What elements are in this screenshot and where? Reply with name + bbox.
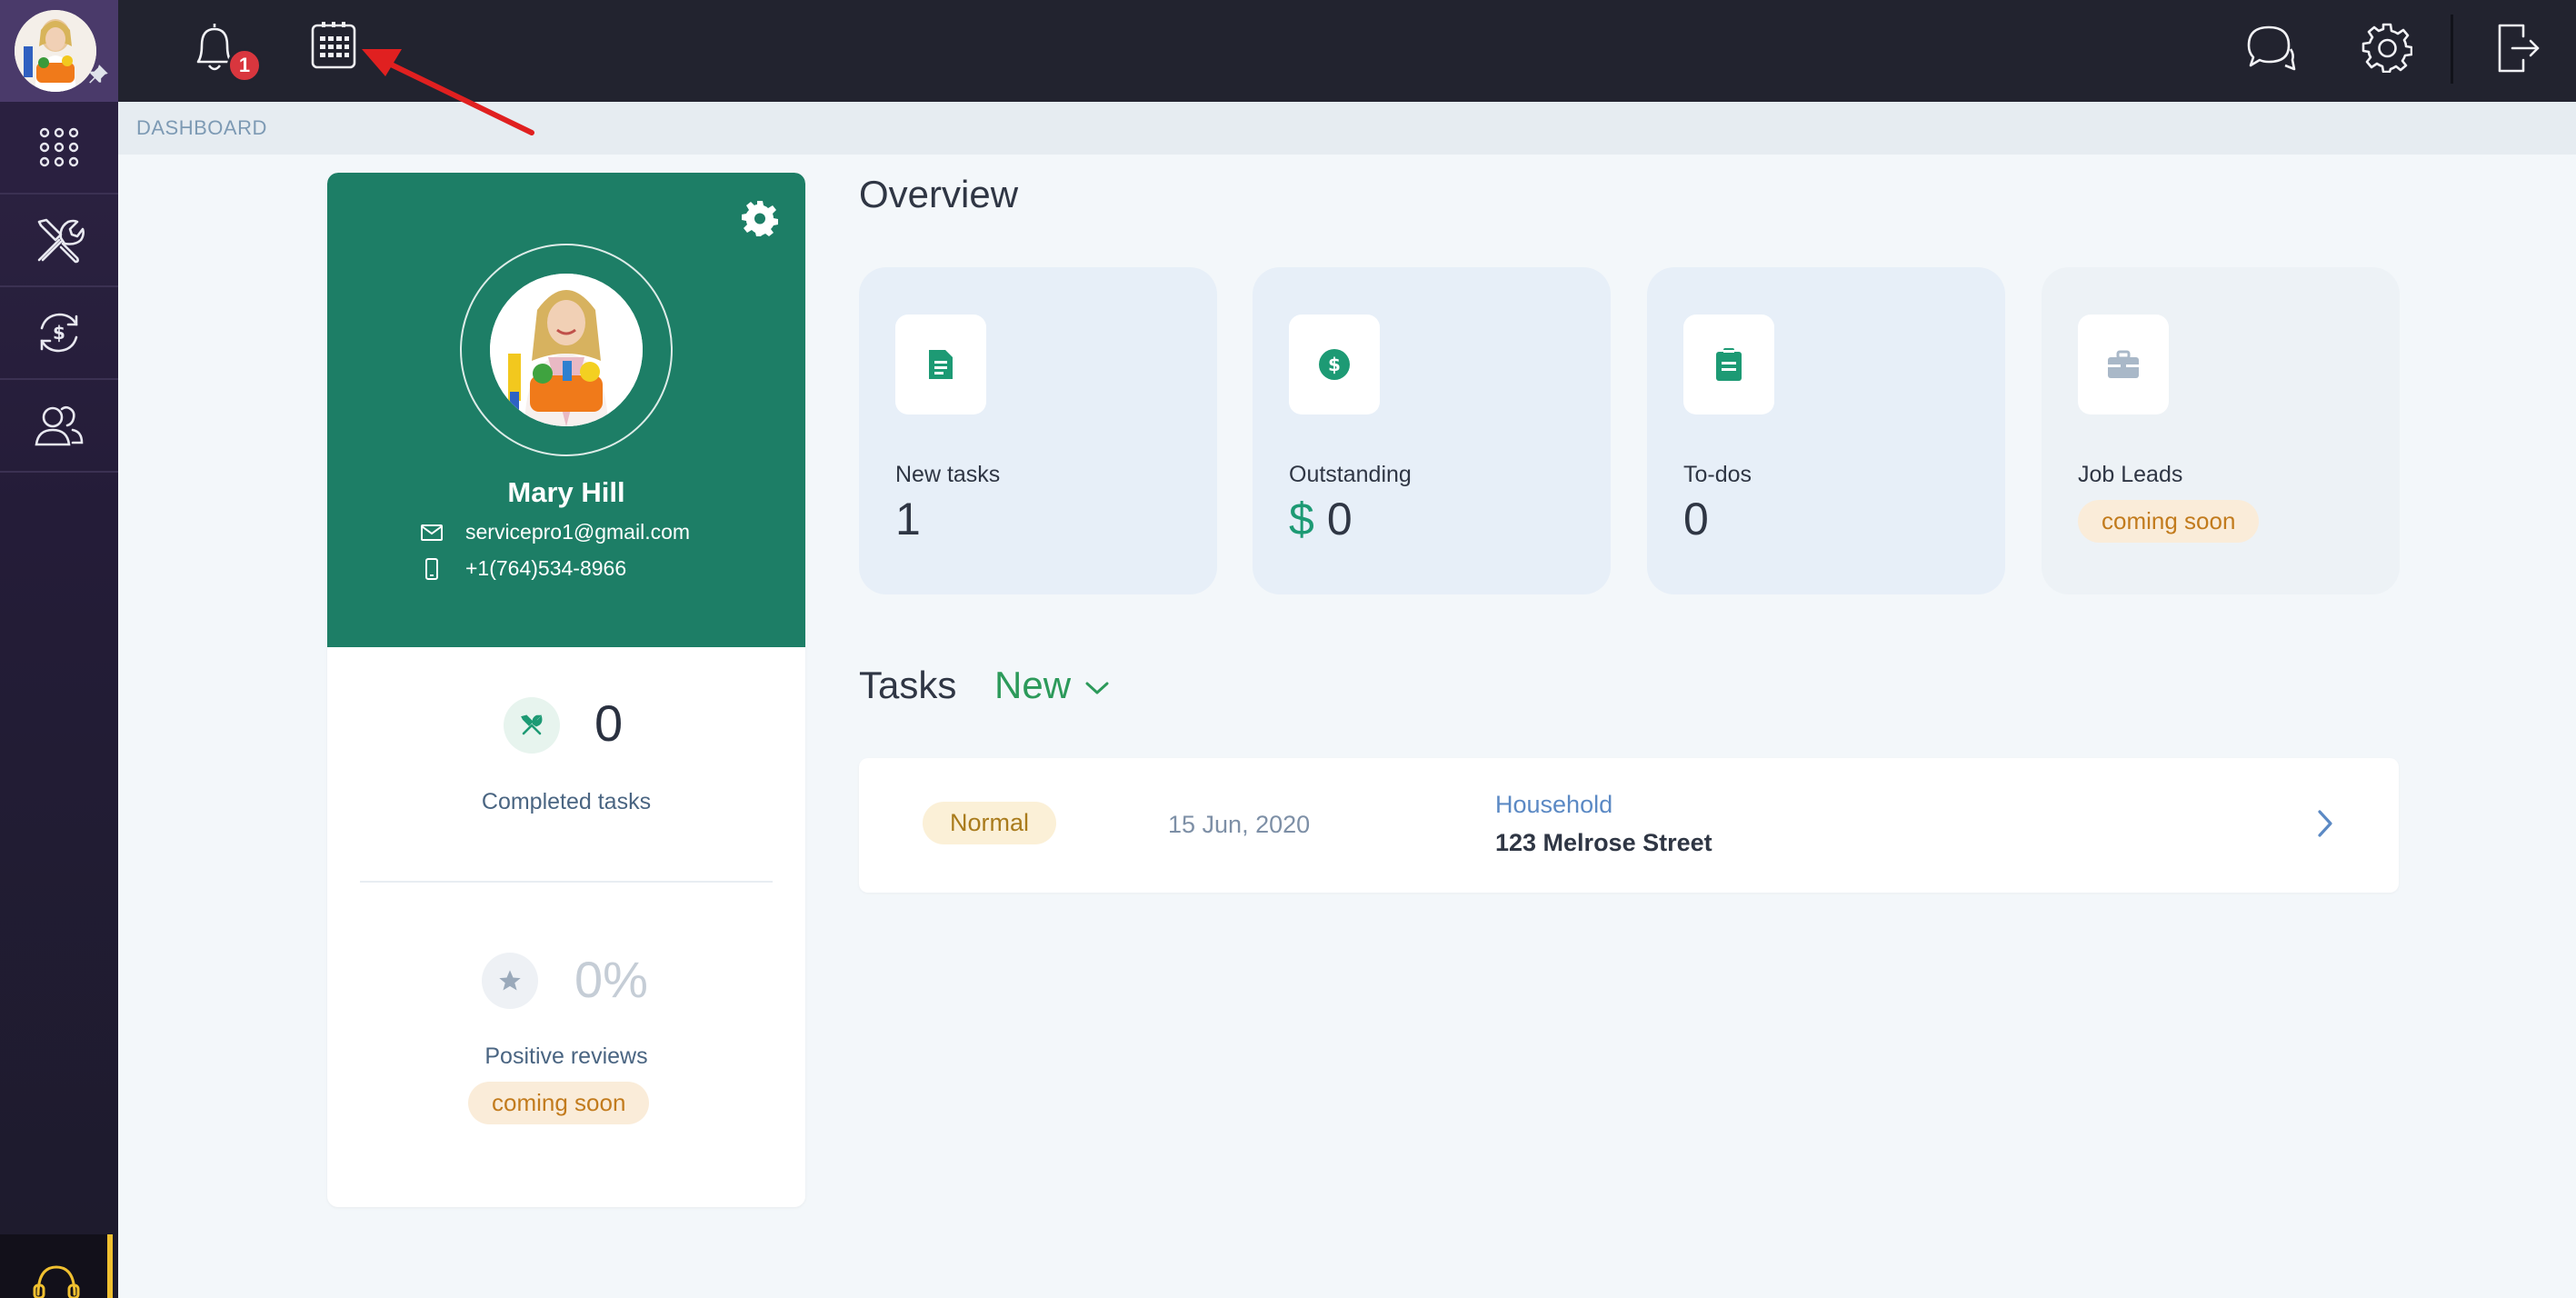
tasks-title: Tasks [859, 664, 957, 706]
dollar-icon: $ [1318, 348, 1351, 381]
tools-icon [34, 215, 85, 265]
overview-card-value: $0 [1289, 493, 1353, 545]
task-date: 15 Jun, 2020 [1168, 811, 1311, 838]
overview-card-value: 0 [1683, 494, 1709, 544]
svg-text:$: $ [1328, 354, 1341, 375]
profile-settings-button[interactable] [742, 200, 778, 236]
profile-email-text[interactable]: servicepro1@gmail.com [465, 520, 690, 544]
overview-card-job-leads[interactable]: Job Leads coming soon [2042, 267, 2400, 594]
avatar[interactable] [15, 10, 96, 92]
currency-symbol: $ [1289, 494, 1314, 544]
topbar-divider [2451, 15, 2453, 84]
reviews-value: 0% [574, 951, 648, 1008]
sidebar-item-apps[interactable] [0, 102, 118, 195]
task-category: Household [1495, 791, 1613, 818]
payments-cycle-icon: $ [35, 308, 84, 357]
support-accent-bar [107, 1234, 113, 1298]
reviews-label: Positive reviews [484, 1043, 648, 1069]
support-button[interactable] [0, 1234, 113, 1298]
briefcase-icon [2107, 350, 2140, 379]
notification-badge: 1 [227, 48, 262, 83]
overview-icon-box [1683, 315, 1774, 414]
profile-card: Mary Hill 0 Completed tasks 0% Positive … [327, 173, 805, 1207]
gear-icon [2361, 22, 2412, 73]
overview-card-label: New tasks [895, 462, 1001, 487]
completed-tasks-value: 0 [594, 694, 624, 752]
profile-name: Mary Hill [507, 476, 625, 508]
headset-icon [31, 1258, 82, 1298]
task-row[interactable]: Normal 15 Jun, 2020 Household 123 Melros… [859, 758, 2399, 893]
messages-button[interactable] [2243, 22, 2296, 75]
clipboard-icon [1715, 347, 1742, 382]
overview-card-outstanding[interactable]: $ Outstanding $0 [1253, 267, 1611, 594]
chevron-right-icon[interactable] [2315, 807, 2335, 840]
coming-soon-badge: coming soon [468, 1082, 650, 1124]
coming-soon-badge: coming soon [2078, 500, 2260, 543]
overview-card-value: 1 [895, 494, 921, 544]
profile-email: servicepro1@gmail.com [418, 520, 690, 544]
sidebar-user[interactable] [0, 0, 118, 102]
task-priority-badge: Normal [923, 802, 1057, 844]
logout-button[interactable] [2496, 22, 2541, 75]
profile-avatar-ring [460, 244, 673, 456]
pin-icon[interactable] [87, 64, 111, 87]
svg-text:$: $ [53, 322, 65, 344]
avatar[interactable] [490, 274, 643, 426]
overview-card-label: Job Leads [2078, 462, 2183, 487]
overview-card-todos[interactable]: To-dos 0 [1647, 267, 2005, 594]
sidebar: $ [0, 0, 118, 1298]
document-icon [927, 348, 954, 381]
tools-icon [519, 713, 544, 738]
chevron-down-icon [1071, 674, 1111, 697]
star-icon [497, 968, 523, 993]
gear-icon [742, 200, 778, 236]
reviews-badge [482, 953, 538, 1009]
overview-icon-box [2078, 315, 2169, 414]
overview-icon-box [895, 315, 986, 414]
mail-icon [418, 524, 445, 541]
overview-icon-box: $ [1289, 315, 1380, 414]
sidebar-item-tools[interactable] [0, 195, 118, 287]
overview-card-new-tasks[interactable]: New tasks 1 [859, 267, 1217, 594]
users-icon [35, 403, 84, 448]
tasks-filter-dropdown[interactable]: New [994, 664, 1111, 707]
sidebar-item-payments[interactable]: $ [0, 287, 118, 380]
outstanding-amount: 0 [1326, 494, 1353, 544]
task-address: 123 Melrose Street [1495, 829, 1712, 856]
overview-title: Overview [859, 173, 1019, 215]
logout-icon [2496, 22, 2541, 75]
annotation-arrow [345, 36, 545, 145]
profile-phone: +1(764)534-8966 [418, 556, 626, 581]
completed-tasks-badge [504, 697, 560, 754]
chat-icon [2243, 22, 2296, 75]
overview-card-label: Outstanding [1289, 462, 1412, 487]
profile-phone-text[interactable]: +1(764)534-8966 [465, 556, 626, 581]
sidebar-item-users[interactable] [0, 380, 118, 473]
settings-button[interactable] [2361, 22, 2412, 73]
divider [360, 881, 773, 883]
tasks-filter-label: New [994, 664, 1072, 706]
overview-card-label: To-dos [1683, 462, 1752, 487]
completed-tasks-label: Completed tasks [481, 789, 652, 814]
phone-icon [418, 557, 445, 580]
apps-grid-icon [39, 127, 79, 167]
